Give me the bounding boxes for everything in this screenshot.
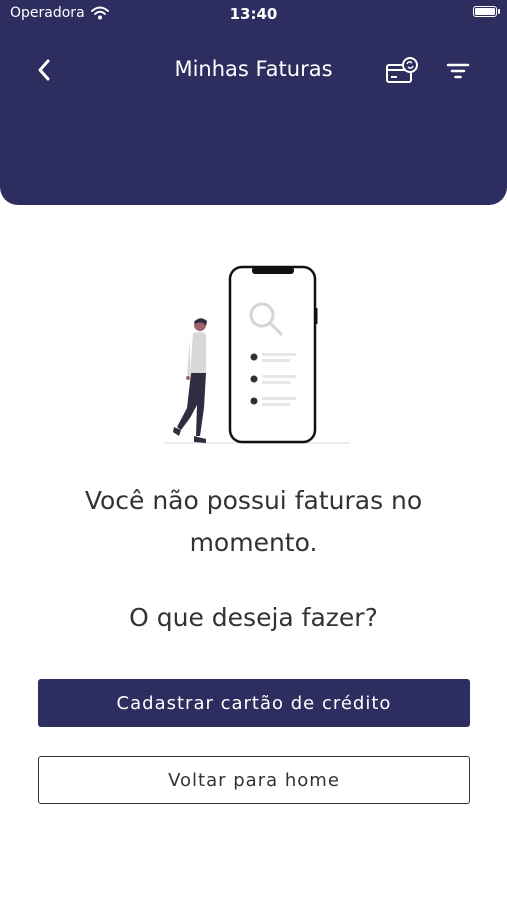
register-credit-card-button[interactable]: Cadastrar cartão de crédito <box>38 679 470 727</box>
page-title: Minhas Faturas <box>174 57 333 81</box>
person-next-to-phone-search-illustration <box>165 265 350 444</box>
battery-icon <box>473 6 497 17</box>
back-to-home-button[interactable]: Voltar para home <box>38 756 470 804</box>
status-time: 13:40 <box>229 5 278 23</box>
filter-icon <box>446 63 470 79</box>
header-background: Operadora 13:40 Minhas Faturas <box>0 0 507 205</box>
action-question: O que deseja fazer? <box>129 603 378 632</box>
nav-bar: Minhas Faturas <box>0 45 507 95</box>
status-bar: Operadora 13:40 <box>0 0 507 28</box>
credit-card-button[interactable] <box>384 55 420 87</box>
credit-card-refresh-icon <box>386 57 418 83</box>
filter-button[interactable] <box>440 55 476 87</box>
empty-state-message: Você não possui faturas no momento. <box>84 486 423 557</box>
battery-cap <box>498 9 500 14</box>
